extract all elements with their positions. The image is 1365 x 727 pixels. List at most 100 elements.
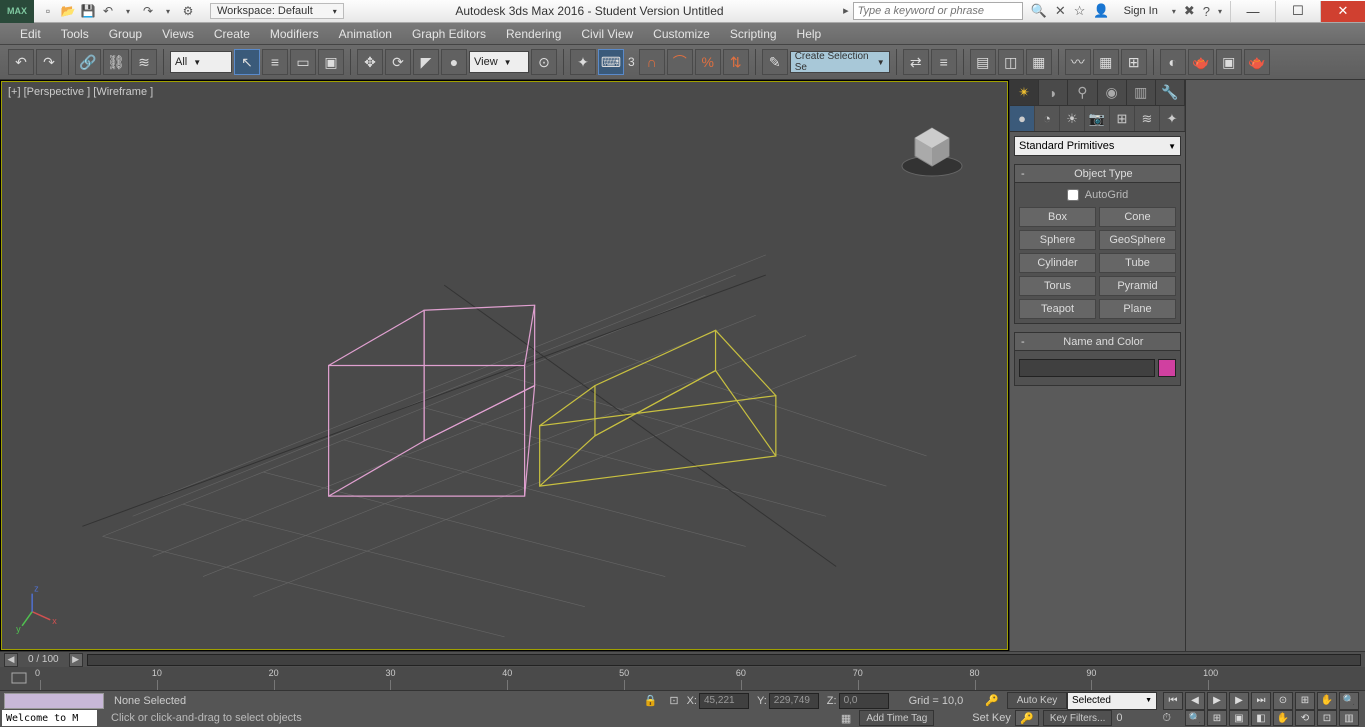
undo-button[interactable]: ↶ — [8, 49, 34, 75]
next-frame-button[interactable]: ▶ — [1229, 692, 1249, 710]
window-crossing-button[interactable]: ▣ — [318, 49, 344, 75]
lock-icon[interactable]: 🔒 — [638, 694, 664, 707]
viewport-nav-button2[interactable]: 🔍 — [1339, 692, 1359, 710]
render-button[interactable]: 🫖 — [1244, 49, 1270, 75]
goto-end-button[interactable]: ⏭ — [1251, 692, 1271, 710]
zoom-extents-button[interactable]: ▣ — [1229, 710, 1249, 726]
play-button[interactable]: ▶ — [1207, 692, 1227, 710]
layers-button[interactable]: ▤ — [970, 49, 996, 75]
dope-sheet-button[interactable]: ▦ — [1093, 49, 1119, 75]
star-icon[interactable]: ☆ — [1074, 3, 1086, 19]
reference-coord-dropdown[interactable]: View — [469, 51, 529, 73]
cat-geometry[interactable]: ● — [1010, 106, 1035, 131]
tab-display[interactable]: ▥ — [1127, 80, 1156, 105]
obj-pyramid-button[interactable]: Pyramid — [1099, 276, 1176, 296]
menu-rendering[interactable]: Rendering — [496, 24, 571, 44]
menu-animation[interactable]: Animation — [329, 24, 402, 44]
unlink-button[interactable]: ⛓ — [103, 49, 129, 75]
menu-graph-editors[interactable]: Graph Editors — [402, 24, 496, 44]
keyboard-shortcut-button[interactable]: ⌨ — [598, 49, 624, 75]
mirror-button[interactable]: ⇄ — [903, 49, 929, 75]
timeslider-track[interactable] — [87, 654, 1361, 666]
exchange-icon[interactable]: ✕ — [1055, 3, 1066, 19]
manipulate-button[interactable]: ✦ — [570, 49, 596, 75]
curve-editor-button[interactable]: 〰 — [1065, 49, 1091, 75]
help-dropdown-icon[interactable]: ▾ — [1218, 7, 1222, 16]
project-icon[interactable]: ⚙ — [180, 3, 196, 19]
pan-button[interactable]: ✋ — [1273, 710, 1293, 726]
menu-modifiers[interactable]: Modifiers — [260, 24, 329, 44]
walk-button[interactable]: ▥ — [1339, 710, 1359, 726]
z-input[interactable]: 0,0 — [839, 693, 889, 709]
menu-help[interactable]: Help — [787, 24, 832, 44]
timeslider-next-button[interactable]: ▶ — [69, 653, 83, 667]
angle-snap-button[interactable]: ⌒ — [667, 49, 693, 75]
primitive-type-dropdown[interactable]: Standard Primitives — [1014, 136, 1181, 156]
setkey-button[interactable]: Set Key — [972, 712, 1011, 724]
autogrid-checkbox[interactable] — [1067, 189, 1079, 201]
minimize-button[interactable]: — — [1230, 1, 1275, 22]
autokey-button[interactable]: Auto Key — [1007, 692, 1067, 709]
app-logo[interactable]: MAX — [0, 0, 34, 23]
timeslider-prev-button[interactable]: ◀ — [4, 653, 18, 667]
trackbar-toggle-icon[interactable] — [10, 669, 28, 687]
tab-modify[interactable]: ◗ — [1039, 80, 1068, 105]
menu-group[interactable]: Group — [99, 24, 152, 44]
redo-dropdown-icon[interactable]: ▾ — [160, 3, 176, 19]
close-button[interactable]: ✕ — [1320, 1, 1365, 22]
viewcube-icon[interactable] — [897, 118, 967, 178]
redo-icon[interactable]: ↷ — [140, 3, 156, 19]
isolate-icon[interactable]: ⊡ — [663, 694, 684, 707]
time-ruler[interactable]: 0 10 20 30 40 50 60 70 80 90 100 — [0, 667, 1365, 690]
pivot-button[interactable]: ⊙ — [531, 49, 557, 75]
bind-spacewarp-button[interactable]: ≋ — [131, 49, 157, 75]
perspective-viewport[interactable]: [+] [Perspective ] [Wireframe ] — [1, 81, 1008, 650]
time-tag-icon[interactable]: ▦ — [837, 712, 855, 725]
spinner-snap-button[interactable]: ⇅ — [723, 49, 749, 75]
cat-lights[interactable]: ☀ — [1060, 106, 1085, 131]
tab-motion[interactable]: ◉ — [1098, 80, 1127, 105]
schematic-view-button[interactable]: ⊞ — [1121, 49, 1147, 75]
time-config-icon[interactable]: ⏱ — [1158, 712, 1175, 725]
align-button[interactable]: ≡ — [931, 49, 957, 75]
named-selection-dropdown[interactable]: Create Selection Se — [790, 51, 890, 73]
new-file-icon[interactable]: ▫ — [40, 3, 56, 19]
menu-scripting[interactable]: Scripting — [720, 24, 787, 44]
selection-region-button[interactable]: ▭ — [290, 49, 316, 75]
undo-dropdown-icon[interactable]: ▾ — [120, 3, 136, 19]
key-mode-button[interactable]: ⊙ — [1273, 692, 1293, 710]
toggle-ribbon-button[interactable]: ▦ — [1026, 49, 1052, 75]
maximize-button[interactable]: ☐ — [1275, 1, 1320, 22]
current-frame-input[interactable]: 0 — [1116, 712, 1154, 724]
named-sel-edit-button[interactable]: ✎ — [762, 49, 788, 75]
obj-box-button[interactable]: Box — [1019, 207, 1096, 227]
layer-explorer-button[interactable]: ◫ — [998, 49, 1024, 75]
select-by-name-button[interactable]: ≡ — [262, 49, 288, 75]
key-selected-dropdown[interactable]: Selected — [1067, 692, 1157, 710]
viewport-label[interactable]: [+] [Perspective ] [Wireframe ] — [8, 86, 153, 98]
menu-edit[interactable]: Edit — [10, 24, 51, 44]
menu-civil-view[interactable]: Civil View — [571, 24, 643, 44]
rendered-frame-button[interactable]: ▣ — [1216, 49, 1242, 75]
signin-dropdown-icon[interactable]: ▾ — [1172, 7, 1176, 16]
zoom-all-button[interactable]: ⊞ — [1207, 710, 1227, 726]
x-input[interactable]: 45,221 — [699, 693, 749, 709]
zoom-button[interactable]: 🔍 — [1185, 710, 1205, 726]
obj-plane-button[interactable]: Plane — [1099, 299, 1176, 319]
add-time-tag-button[interactable]: Add Time Tag — [859, 710, 934, 726]
undo-icon[interactable]: ↶ — [100, 3, 116, 19]
setkey-big-button[interactable]: 🔑 — [1015, 710, 1039, 726]
maximize-viewport-button[interactable]: ⊡ — [1317, 710, 1337, 726]
cat-helpers[interactable]: ⊞ — [1110, 106, 1135, 131]
obj-cone-button[interactable]: Cone — [1099, 207, 1176, 227]
search-box[interactable]: ▸ — [843, 2, 1023, 20]
rollout-object-type-header[interactable]: -Object Type — [1015, 165, 1180, 183]
y-input[interactable]: 229,749 — [769, 693, 819, 709]
link-button[interactable]: 🔗 — [75, 49, 101, 75]
object-name-input[interactable] — [1019, 359, 1155, 377]
fov-button[interactable]: ◧ — [1251, 710, 1271, 726]
render-setup-button[interactable]: 🫖 — [1188, 49, 1214, 75]
menu-create[interactable]: Create — [204, 24, 260, 44]
maxscript-listener[interactable]: Welcome to M — [2, 710, 97, 726]
rollout-name-color-header[interactable]: -Name and Color — [1015, 333, 1180, 351]
